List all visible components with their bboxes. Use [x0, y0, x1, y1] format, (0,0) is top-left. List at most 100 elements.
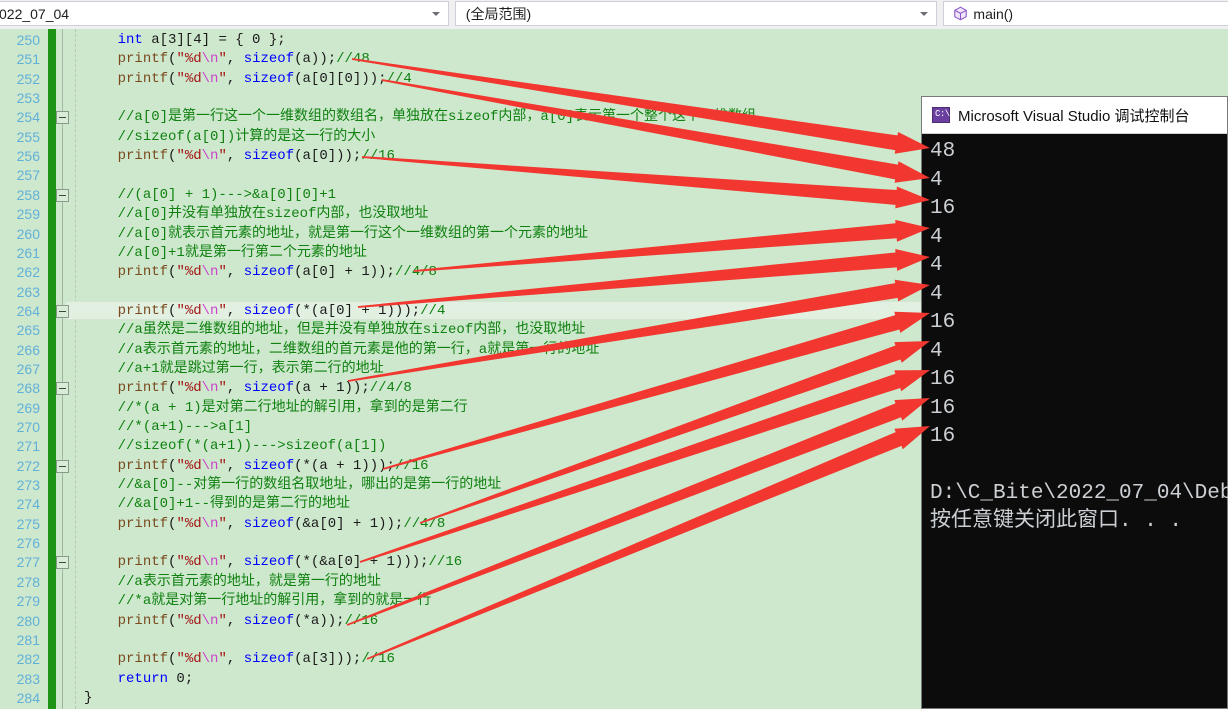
code-token: //4/8: [403, 515, 446, 532]
code-line[interactable]: printf("%d\n", sizeof(&a[0] + 1));//4/8: [84, 515, 446, 534]
line-number: 257: [16, 167, 40, 184]
code-line[interactable]: return 0;: [84, 670, 194, 689]
console-output-line: 4: [930, 254, 943, 277]
code-token: //(a[0] + 1)--->&a[0][0]+1: [117, 186, 337, 203]
code-line[interactable]: //a[0]就表示首元素的地址，就是第一行这个一维数组的第一个元素的地址: [84, 225, 588, 244]
code-token: \n: [201, 380, 219, 397]
fold-toggle-icon[interactable]: [56, 304, 69, 318]
console-output-line: 16: [930, 368, 956, 391]
code-line[interactable]: //a[0]是第一行这一个一维数组的数组名，单独放在sizeof内部，a[0]表…: [84, 108, 756, 127]
code-line[interactable]: //a[0]并没有单独放在sizeof内部，也没取地址: [84, 205, 429, 224]
fold-region-line: [62, 205, 63, 302]
code-token: sizeof: [243, 457, 295, 474]
line-number: 276: [16, 535, 40, 552]
code-line[interactable]: //sizeof(*(a+1))--->sizeof(a[1]): [84, 437, 387, 456]
line-number: 262: [16, 264, 40, 281]
console-title-text: Microsoft Visual Studio 调试控制台: [958, 107, 1190, 125]
code-line[interactable]: //a+1就是跳过第一行，表示第二行的地址: [84, 360, 384, 379]
code-token: printf: [117, 380, 169, 397]
function-dropdown[interactable]: main(): [943, 1, 1228, 26]
code-line[interactable]: //*(a+1)--->a[1]: [84, 418, 252, 437]
code-token: printf: [117, 51, 169, 68]
console-output-line: 16: [930, 425, 956, 448]
code-line[interactable]: printf("%d\n", sizeof(a[0]));//16: [84, 147, 395, 166]
code-line[interactable]: //*(a + 1)是对第二行地址的解引用，拿到的是第二行: [84, 399, 468, 418]
file-scope-dropdown[interactable]: 022_07_04: [0, 1, 449, 26]
code-line[interactable]: //sizeof(a[0])计算的是这一行的大小: [84, 128, 376, 147]
line-number: 268: [16, 380, 40, 397]
navigation-bar: 022_07_04 (全局范围) main(): [0, 0, 1228, 30]
fold-region-line: [62, 127, 63, 186]
indent-guide: [75, 29, 76, 709]
code-token: ,: [226, 70, 244, 87]
code-line[interactable]: printf("%d\n", sizeof(*(&a[0] + 1)));//1…: [84, 553, 463, 572]
fold-toggle-icon[interactable]: [56, 382, 69, 396]
fold-region-line: [62, 321, 63, 380]
code-token: (a[0][0]));: [294, 70, 387, 87]
code-token: (*(a + 1)));: [294, 457, 395, 474]
code-token: //4: [420, 302, 446, 319]
fold-toggle-icon[interactable]: [56, 556, 69, 570]
code-token: int: [117, 32, 143, 48]
code-token: ,: [226, 380, 244, 397]
line-number: 265: [16, 322, 40, 339]
code-line[interactable]: printf("%d\n", sizeof(*(a[0] + 1)));//4: [84, 302, 446, 321]
change-indicator-bar: [48, 29, 56, 709]
code-line[interactable]: printf("%d\n", sizeof(a + 1));//4/8: [84, 379, 412, 398]
code-line[interactable]: printf("%d\n", sizeof(*(a + 1)));//16: [84, 457, 429, 476]
code-line[interactable]: printf("%d\n", sizeof(a));//48: [84, 50, 370, 69]
code-token: //4: [386, 70, 412, 87]
code-token: "%d: [176, 457, 202, 474]
console-prompt-line: 按任意键关闭此窗口. . .: [930, 510, 1183, 533]
code-token: ,: [226, 457, 244, 474]
code-token: ": [218, 515, 227, 532]
chevron-down-icon[interactable]: [920, 11, 929, 16]
code-token: \n: [201, 70, 219, 87]
code-line[interactable]: //(a[0] + 1)--->&a[0][0]+1: [84, 186, 336, 205]
chevron-down-icon[interactable]: [431, 11, 440, 16]
code-line[interactable]: printf("%d\n", sizeof(a[3]));//16: [84, 650, 395, 669]
code-token: sizeof: [243, 612, 295, 629]
code-line[interactable]: //a表示首元素的地址，二维数组的首元素是他的第一行，a就是第一行的地址: [84, 341, 600, 360]
code-line[interactable]: int a[3][4] = { 0 };: [84, 31, 286, 50]
code-line[interactable]: //a表示首元素的地址，就是第一行的地址: [84, 573, 381, 592]
code-token: \n: [201, 612, 219, 629]
debug-console-window[interactable]: C:\ Microsoft Visual Studio 调试控制台 48 4 16 4…: [921, 96, 1228, 709]
line-number: 267: [16, 360, 40, 377]
code-token: ,: [226, 651, 244, 668]
code-line[interactable]: //&a[0]--对第一行的数组名取地址，哪出的是第一行的地址: [84, 476, 502, 495]
line-number: 280: [16, 612, 40, 629]
code-line[interactable]: }: [84, 689, 92, 708]
code-token: (a[0] + 1));: [294, 264, 395, 281]
fold-toggle-icon[interactable]: [56, 188, 69, 202]
code-token: \n: [201, 457, 219, 474]
line-number: 250: [16, 32, 40, 48]
line-number: 281: [16, 631, 40, 648]
code-line[interactable]: printf("%d\n", sizeof(a[0] + 1));//4/8: [84, 263, 437, 282]
console-title-bar[interactable]: C:\ Microsoft Visual Studio 调试控制台: [922, 97, 1227, 134]
code-line[interactable]: //&a[0]+1--得到的是第二行的地址: [84, 495, 350, 514]
code-token: printf: [117, 612, 169, 629]
console-output-area: 48 4 16 4 4 4 16 4 16 16 16 D:\C_Bite\2022_07_04\De…: [922, 134, 1228, 708]
member-scope-dropdown[interactable]: (全局范围): [454, 1, 938, 26]
code-line[interactable]: //*a就是对第一行地址的解引用，拿到的就是一行: [84, 592, 432, 611]
line-number: 277: [16, 554, 40, 571]
cube-icon: [953, 6, 968, 21]
code-token: ,: [226, 612, 244, 629]
console-output-line: 16: [930, 197, 956, 220]
code-line[interactable]: printf("%d\n", sizeof(*a));//16: [84, 612, 379, 631]
code-line[interactable]: printf("%d\n", sizeof(a[0][0]));//4: [84, 70, 412, 89]
fold-toggle-icon[interactable]: [56, 111, 69, 125]
code-token: ,: [226, 515, 244, 532]
code-line[interactable]: //a虽然是二维数组的地址，但是并没有单独放在sizeof内部，也没取地址: [84, 321, 586, 340]
fold-toggle-icon[interactable]: [56, 459, 69, 473]
console-output-line: 4: [930, 282, 943, 306]
code-line[interactable]: //a[0]+1就是第一行第二个元素的地址: [84, 244, 367, 263]
